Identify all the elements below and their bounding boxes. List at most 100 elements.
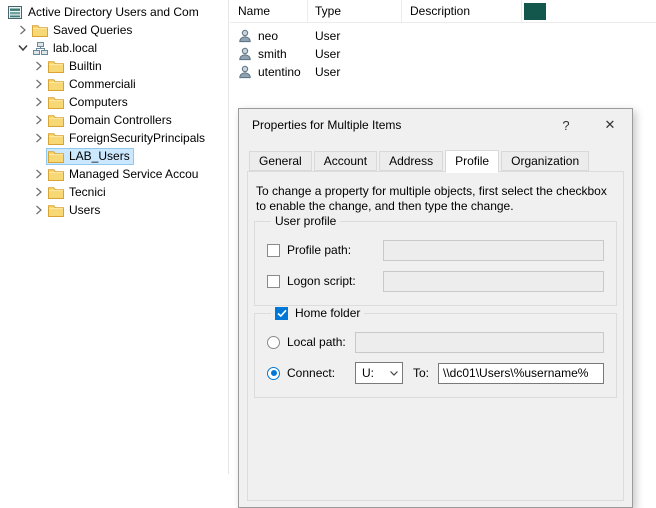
list-item-name: smith: [258, 47, 287, 61]
list-item-neo[interactable]: neo User: [230, 27, 656, 45]
tree-item-commerciali[interactable]: Commerciali: [0, 75, 228, 93]
chevron-down-icon[interactable]: [17, 41, 29, 55]
folder-icon: [32, 23, 48, 37]
chevron-right-icon[interactable]: [33, 185, 45, 199]
tab-profile[interactable]: Profile: [445, 150, 499, 173]
header-artifact-block: [524, 3, 546, 20]
profile-tab-panel: To change a property for multiple object…: [247, 171, 624, 501]
tree-item-label: Saved Queries: [53, 23, 132, 37]
tree-item-foreign-security-principals[interactable]: ForeignSecurityPrincipals: [0, 129, 228, 147]
logon-script-checkbox[interactable]: Logon script:: [267, 274, 383, 288]
folder-icon: [48, 113, 64, 127]
column-header-description[interactable]: Description: [402, 0, 522, 22]
chevron-right-icon[interactable]: [33, 59, 45, 73]
tree-item-label: LAB_Users: [69, 149, 130, 163]
tree-item-label: lab.local: [53, 41, 97, 55]
tree-item-label: Managed Service Accou: [69, 167, 198, 181]
tree-item-label: Users: [69, 203, 100, 217]
tree-item-saved-queries[interactable]: Saved Queries: [0, 21, 228, 39]
tree-item-tecnici[interactable]: Tecnici: [0, 183, 228, 201]
tree-item-managed-service-accounts[interactable]: Managed Service Accou: [0, 165, 228, 183]
folder-icon: [48, 77, 64, 91]
chevron-right-icon[interactable]: [33, 131, 45, 145]
profile-path-input: [383, 240, 604, 261]
user-icon: [238, 29, 252, 43]
chevron-right-icon[interactable]: [17, 23, 29, 37]
chevron-spacer: [33, 149, 45, 163]
tree-item-lab-users[interactable]: LAB_Users: [0, 147, 228, 165]
logon-script-label: Logon script:: [287, 274, 356, 288]
connect-label: Connect:: [287, 366, 335, 380]
profile-path-checkbox[interactable]: Profile path:: [267, 243, 383, 257]
tree-item-label: Active Directory Users and Com: [28, 5, 199, 19]
dialog-title: Properties for Multiple Items: [239, 118, 544, 132]
dialog-tabs: General Account Address Profile Organiza…: [249, 149, 591, 171]
chevron-right-icon[interactable]: [33, 113, 45, 127]
folder-icon: [48, 167, 64, 181]
tree-item-users[interactable]: Users: [0, 201, 228, 219]
chevron-right-icon[interactable]: [33, 167, 45, 181]
tree-item-label: Builtin: [69, 59, 102, 73]
help-icon[interactable]: ?: [544, 109, 588, 141]
tree-item-builtin[interactable]: Builtin: [0, 57, 228, 75]
tree-item-root[interactable]: Active Directory Users and Com: [0, 3, 228, 21]
folder-icon: [48, 131, 64, 145]
checkbox-checked-icon[interactable]: [275, 307, 288, 320]
folder-icon: [48, 95, 64, 109]
user-profile-group: User profile Profile path: Logon script:: [254, 214, 617, 306]
folder-icon: [48, 185, 64, 199]
tree-item-label: Tecnici: [69, 185, 106, 199]
local-path-label: Local path:: [287, 335, 346, 349]
tab-address[interactable]: Address: [379, 151, 443, 171]
folder-icon: [48, 59, 64, 73]
column-header-type[interactable]: Type: [308, 0, 402, 22]
list-item-utentino[interactable]: utentino User: [230, 63, 656, 81]
tab-organization[interactable]: Organization: [501, 151, 589, 171]
tree-item-computers[interactable]: Computers: [0, 93, 228, 111]
console-tree: Active Directory Users and Com Saved Que…: [0, 0, 229, 474]
tree-item-label: Domain Controllers: [69, 113, 172, 127]
home-folder-group: Home folder Local path: Connect: U:: [254, 306, 617, 398]
properties-dialog: Properties for Multiple Items ? ✕ Genera…: [238, 108, 633, 508]
folder-icon: [48, 149, 64, 163]
to-label: To:: [413, 366, 429, 380]
home-folder-checkbox[interactable]: Home folder: [271, 306, 364, 320]
chevron-right-icon[interactable]: [33, 77, 45, 91]
user-profile-group-label: User profile: [271, 214, 340, 228]
checkbox-unchecked-icon[interactable]: [267, 275, 280, 288]
user-icon: [238, 47, 252, 61]
local-path-radio[interactable]: Local path:: [267, 335, 355, 349]
drive-letter-value: U:: [356, 366, 386, 380]
radio-unselected-icon[interactable]: [267, 336, 280, 349]
radio-selected-icon[interactable]: [267, 367, 280, 380]
local-path-input: [355, 332, 604, 353]
dialog-titlebar[interactable]: Properties for Multiple Items ? ✕: [239, 109, 632, 141]
close-icon[interactable]: ✕: [588, 109, 632, 141]
directory-icon: [7, 5, 23, 19]
chevron-right-icon[interactable]: [33, 203, 45, 217]
drive-letter-dropdown[interactable]: U:: [355, 362, 403, 384]
user-icon: [238, 65, 252, 79]
chevron-right-icon[interactable]: [33, 95, 45, 109]
tree-item-label: ForeignSecurityPrincipals: [69, 131, 205, 145]
list-item-name: neo: [258, 29, 278, 43]
tree-item-domain-controllers[interactable]: Domain Controllers: [0, 111, 228, 129]
tab-general[interactable]: General: [249, 151, 312, 171]
tree-item-label: Computers: [69, 95, 128, 109]
chevron-down-icon: [386, 371, 402, 376]
tree-item-label: Commerciali: [69, 77, 136, 91]
checkbox-unchecked-icon[interactable]: [267, 244, 280, 257]
list-item-smith[interactable]: smith User: [230, 45, 656, 63]
list-item-type: User: [308, 29, 402, 43]
folder-icon: [48, 203, 64, 217]
connect-radio[interactable]: Connect:: [267, 366, 355, 380]
tab-account[interactable]: Account: [314, 151, 377, 171]
list-item-type: User: [308, 47, 402, 61]
tree-item-domain[interactable]: lab.local: [0, 39, 228, 57]
home-folder-label: Home folder: [295, 306, 360, 320]
column-header-name[interactable]: Name: [230, 0, 308, 22]
dialog-description: To change a property for multiple object…: [248, 172, 623, 214]
logon-script-input: [383, 271, 604, 292]
list-item-type: User: [308, 65, 402, 79]
connect-path-input[interactable]: [438, 363, 604, 384]
